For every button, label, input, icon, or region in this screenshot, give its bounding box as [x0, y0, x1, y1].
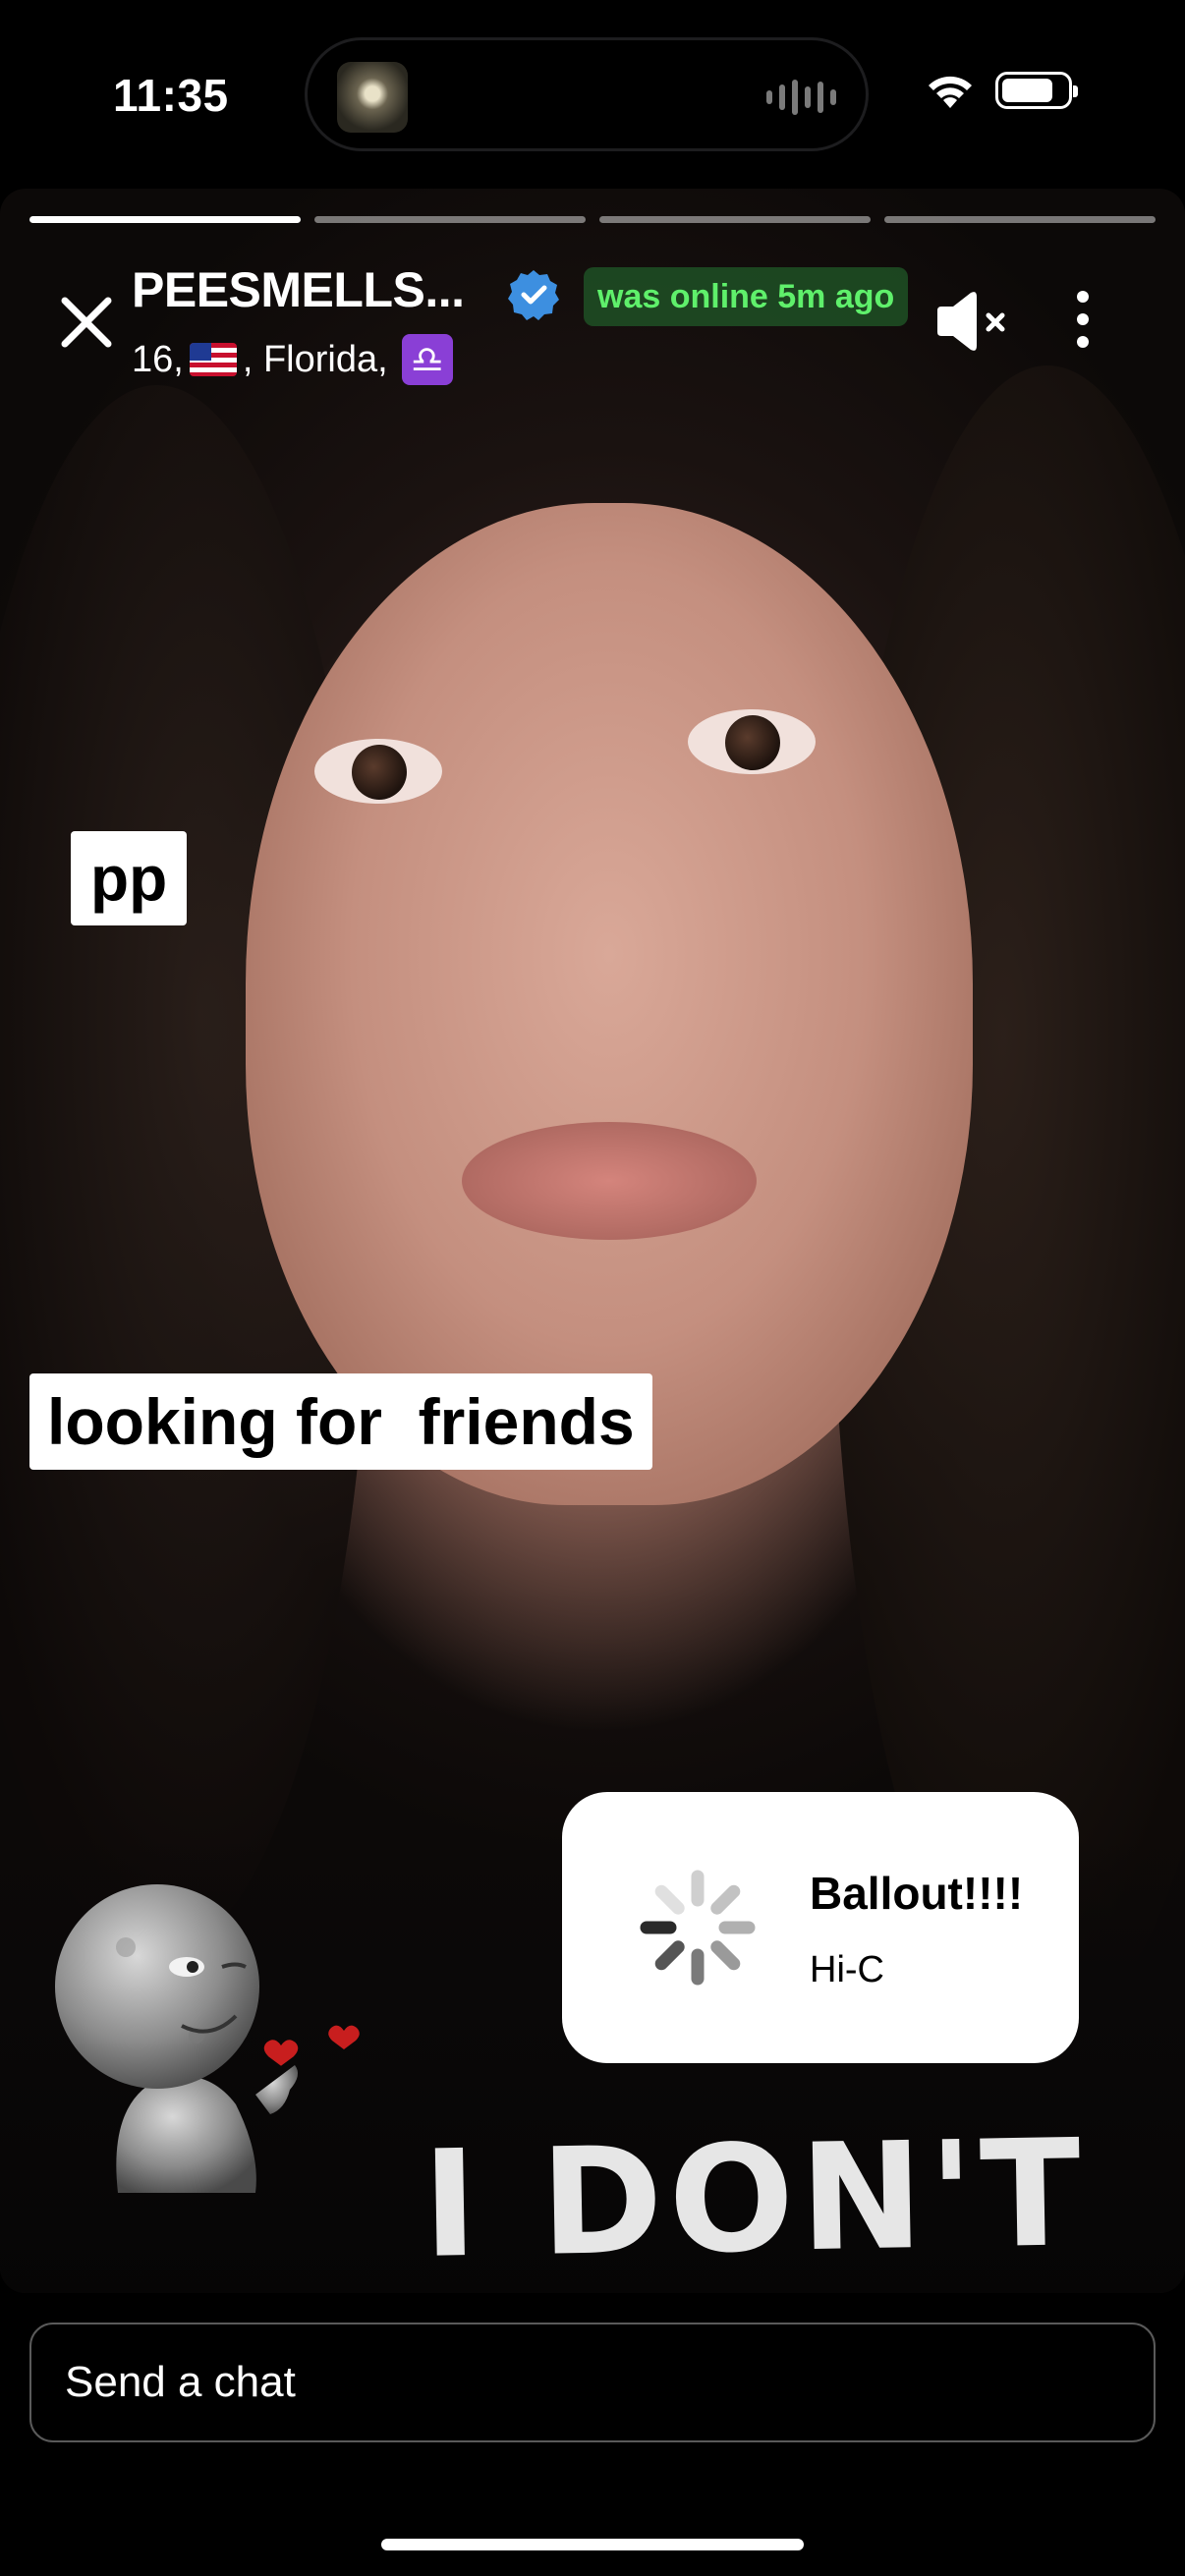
status-time: 11:35: [113, 70, 229, 121]
text-sticker-caption: looking for friends: [29, 1373, 652, 1470]
libra-zodiac-icon: ♎: [401, 334, 453, 385]
moon-man-sticker: [55, 1884, 360, 2193]
track-title: Ballout!!!!: [810, 1868, 1024, 1919]
track-artist: Hi-C: [810, 1949, 884, 1990]
status-icons: [925, 71, 1078, 110]
close-icon[interactable]: [51, 287, 122, 358]
progress-segment: [314, 216, 586, 223]
text-sticker-pp: pp: [71, 831, 188, 925]
wifi-icon: [929, 76, 972, 108]
chat-input[interactable]: [29, 2323, 1156, 2442]
music-sticker-card[interactable]: Ballout!!!! Hi-C: [562, 1792, 1079, 2063]
story-progress: [29, 216, 1156, 223]
photo-lips: [462, 1122, 757, 1240]
username[interactable]: PEESMELLS...: [132, 261, 465, 318]
home-indicator[interactable]: [381, 2539, 804, 2550]
verified-badge-icon: [508, 270, 559, 320]
photo-eye-left: [314, 739, 442, 804]
shirt-text: I DON'T: [421, 2108, 1089, 2291]
photo-eye-right: [688, 709, 816, 774]
progress-segment: [29, 216, 301, 223]
online-status-badge: was online 5m ago: [584, 267, 909, 326]
story-view[interactable]: I DON'T PEESMELLS... was online 5m ago 1…: [0, 189, 1185, 2293]
loading-spinner-icon: [640, 1870, 756, 1986]
battery-icon: [995, 72, 1078, 109]
now-playing-artwork: [337, 62, 408, 133]
audio-waveform-icon: [766, 78, 836, 117]
photo-face: [246, 503, 973, 1505]
dynamic-island[interactable]: [305, 37, 869, 151]
muted-speaker-icon[interactable]: [933, 287, 1012, 356]
user-age: 16,: [132, 338, 184, 380]
progress-segment: [884, 216, 1156, 223]
user-location: , Florida,: [242, 338, 388, 380]
user-meta: 16, , Florida, ♎: [132, 334, 453, 385]
progress-segment: [599, 216, 871, 223]
more-options-icon[interactable]: [1063, 285, 1102, 354]
us-flag-icon: [189, 343, 237, 376]
